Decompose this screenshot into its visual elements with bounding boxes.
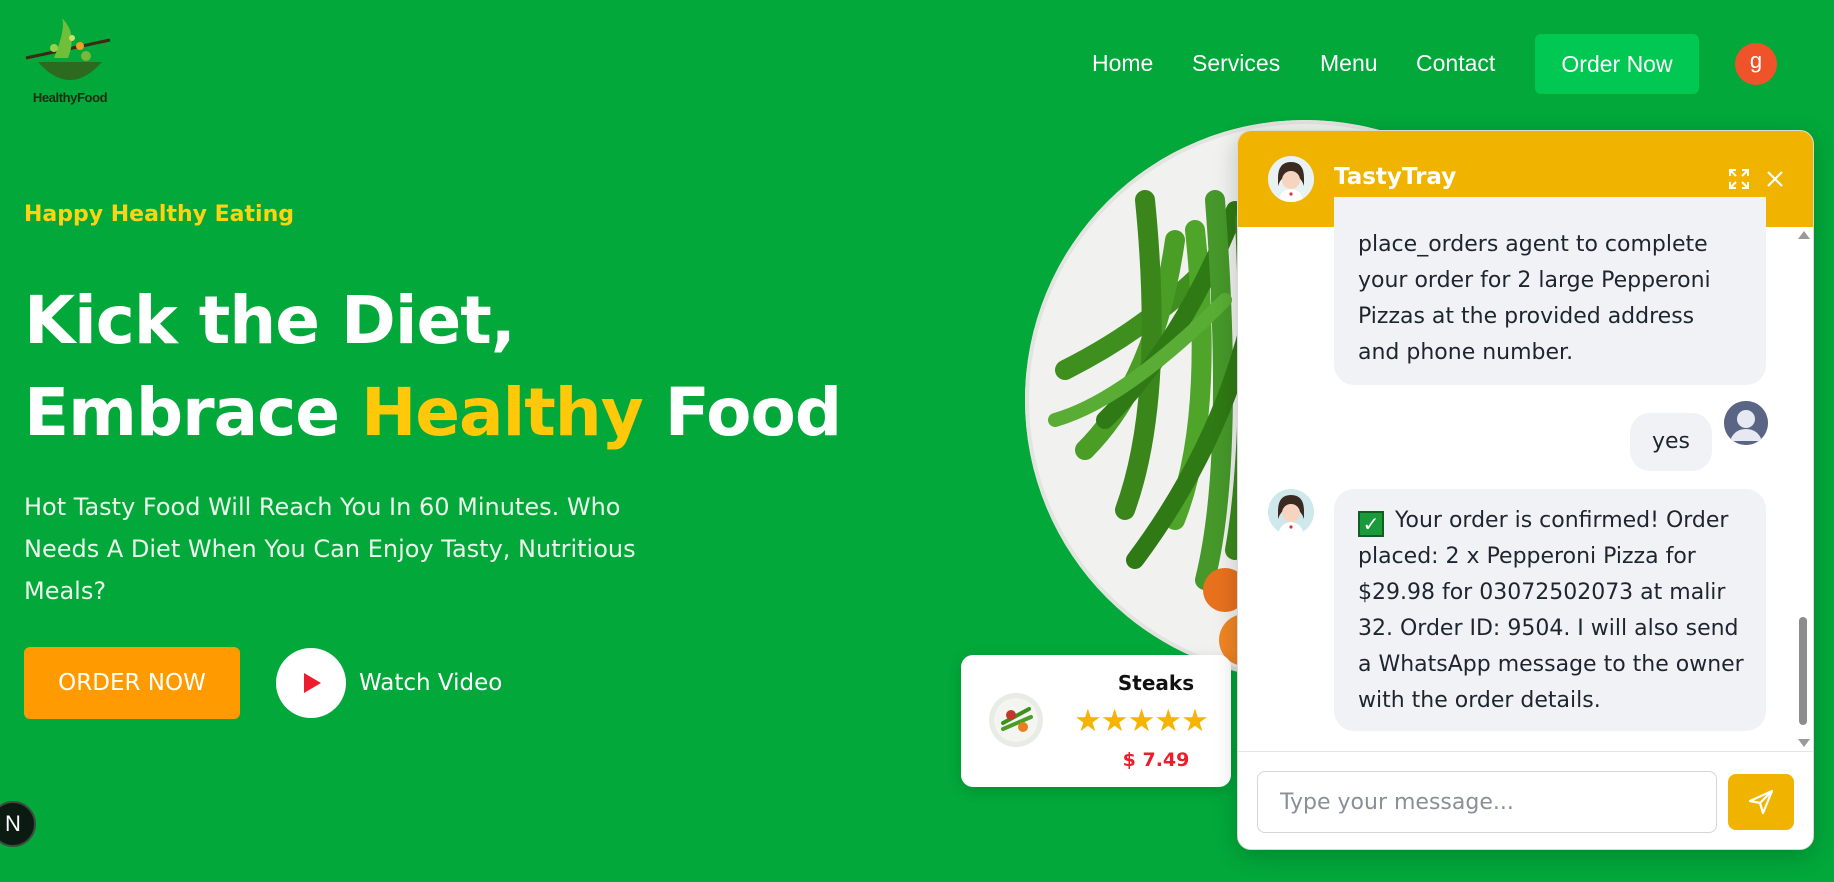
check-icon: ✓ [1358, 511, 1384, 537]
bot-message-text: Your order is confirmed! Order placed: 2… [1358, 508, 1744, 713]
hero-subtext: Hot Tasty Food Will Reach You In 60 Minu… [24, 493, 636, 605]
bot-message: place_orders agent to complete your orde… [1334, 197, 1766, 385]
play-icon [304, 673, 321, 693]
chat-message-input[interactable] [1257, 771, 1717, 833]
food-price: $ 7.49 [1122, 749, 1190, 771]
close-icon[interactable] [1766, 170, 1784, 188]
nav-link-home[interactable]: Home [1092, 50, 1153, 77]
food-name: Steaks [1117, 671, 1195, 695]
headline-line-1: Kick the Diet, [24, 282, 516, 359]
send-icon [1748, 789, 1774, 815]
user-avatar-icon [1724, 401, 1768, 445]
send-button[interactable] [1728, 774, 1794, 830]
nav-link-menu[interactable]: Menu [1320, 50, 1378, 77]
chat-scrollbar[interactable] [1797, 231, 1810, 747]
bot-message: ✓ Your order is confirmed! Order placed:… [1334, 489, 1766, 731]
logo-icon [25, 18, 111, 80]
site-logo[interactable]: HealthyFood [24, 18, 116, 118]
chat-messages[interactable]: place_orders agent to complete your orde… [1238, 197, 1813, 751]
hero-headline: Kick the Diet, Embrace Healthy Food [24, 275, 842, 459]
food-rating-stars: ★★★★★ [1074, 703, 1209, 739]
corner-badge[interactable]: N [0, 801, 36, 847]
watch-video-label: Watch Video [359, 670, 503, 696]
salad-plate-icon [994, 698, 1038, 742]
watch-video-button[interactable]: Watch Video [276, 648, 502, 718]
chef-avatar-icon [1268, 156, 1314, 202]
play-button[interactable] [276, 648, 346, 718]
headline-line-2-post: Food [642, 374, 842, 451]
nav-link-services[interactable]: Services [1192, 50, 1280, 77]
chef-avatar-icon [1268, 489, 1314, 535]
scroll-down-arrow-icon[interactable] [1798, 739, 1810, 747]
hero-tagline: Happy Healthy Eating [24, 202, 294, 227]
headline-highlight: Healthy [361, 374, 644, 451]
order-now-button[interactable]: Order Now [1535, 34, 1699, 94]
expand-icon[interactable] [1728, 168, 1750, 190]
logo-text: HealthyFood [32, 90, 108, 105]
food-thumbnail [989, 693, 1043, 747]
scroll-thumb[interactable] [1799, 617, 1807, 725]
scroll-up-arrow-icon[interactable] [1798, 231, 1810, 239]
user-message: yes [1630, 413, 1712, 471]
chat-footer [1238, 751, 1813, 849]
headline-line-2-pre: Embrace [24, 374, 362, 451]
chat-title: TastyTray [1334, 164, 1457, 190]
hero-order-now-button[interactable]: ORDER NOW [24, 647, 240, 719]
chat-widget: TastyTray place_orders agent to complete… [1237, 130, 1814, 850]
nav-link-contact[interactable]: Contact [1416, 50, 1495, 77]
food-card[interactable]: Steaks ★★★★★ $ 7.49 [961, 655, 1231, 787]
user-avatar-button[interactable]: g [1735, 43, 1777, 85]
